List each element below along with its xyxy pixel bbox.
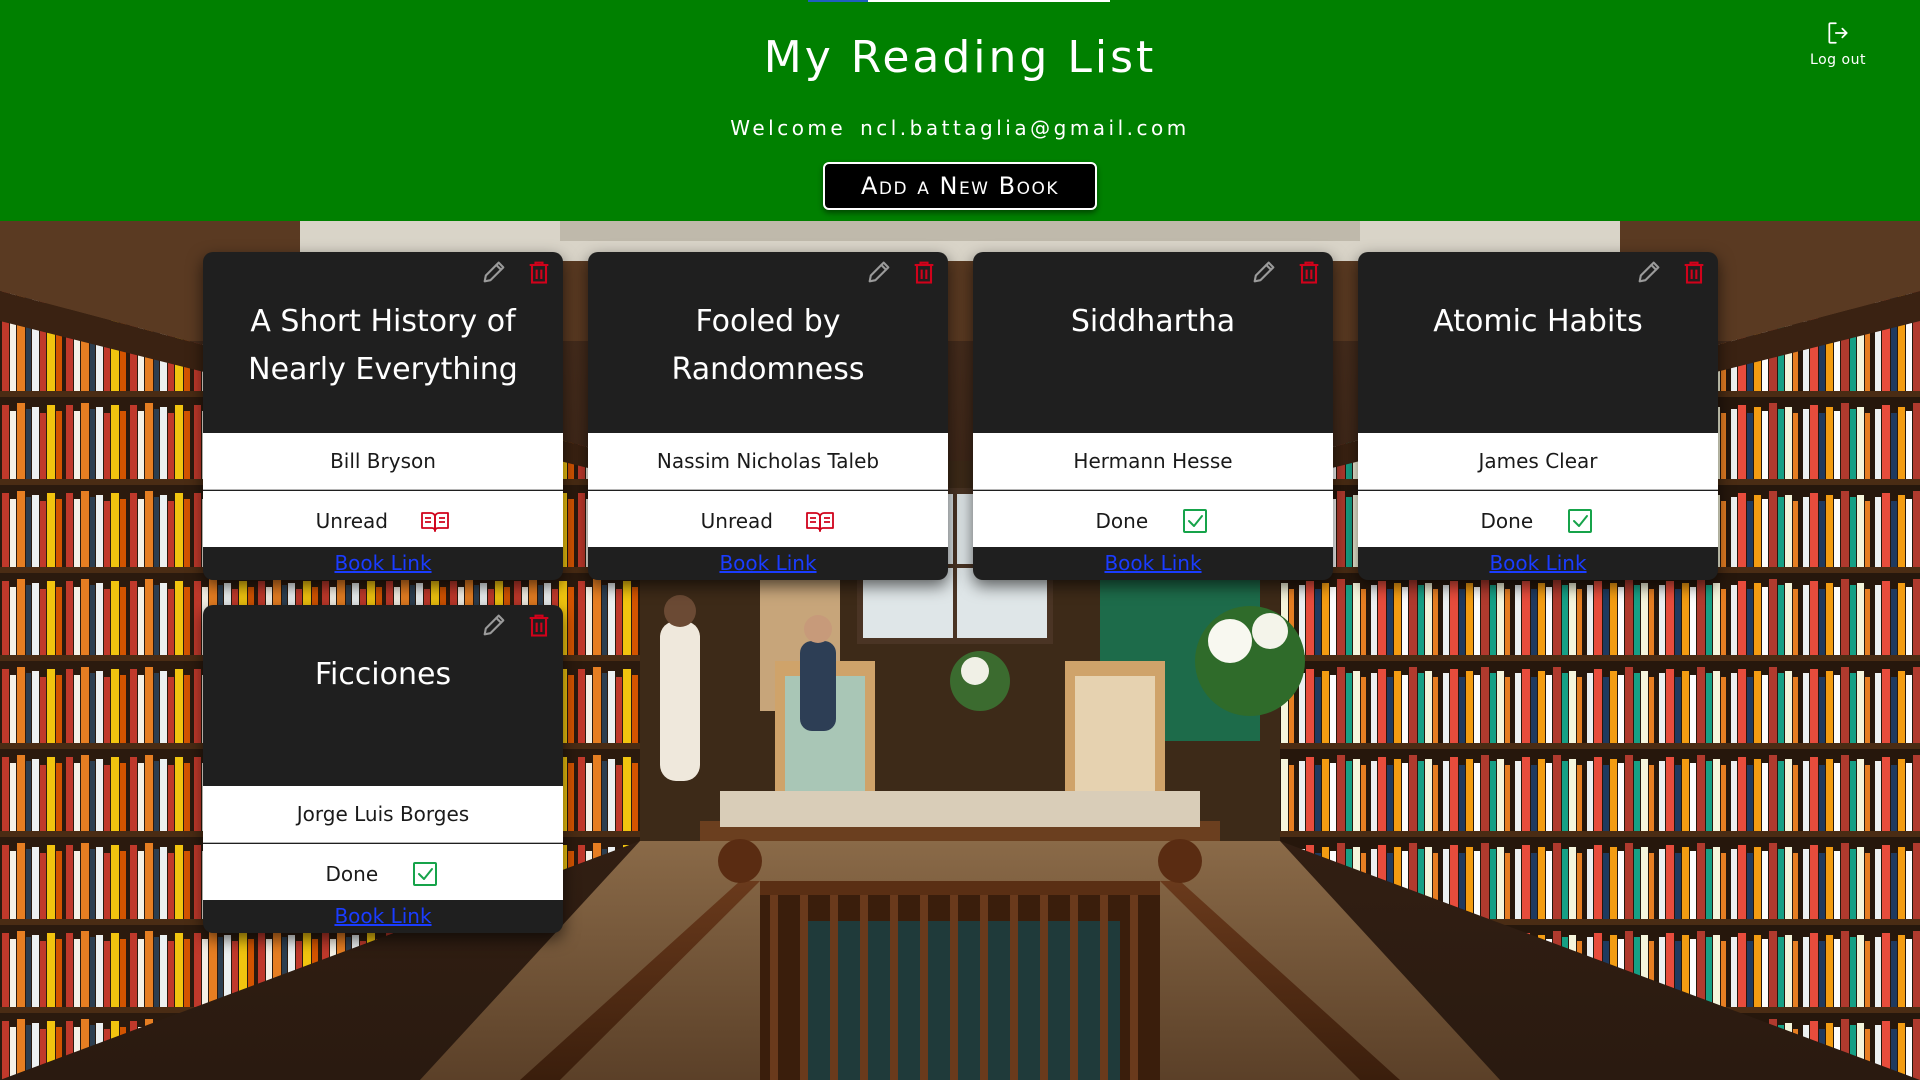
checkbox-checked-icon[interactable] bbox=[1180, 507, 1210, 535]
book-author: Jorge Luis Borges bbox=[203, 786, 563, 843]
logout-label: Log out bbox=[1810, 52, 1866, 68]
book-link-row: Book Link bbox=[973, 549, 1333, 577]
book-title: Siddhartha bbox=[1070, 304, 1236, 339]
status-label: Done bbox=[1480, 508, 1534, 533]
welcome-prefix: Welcome bbox=[730, 116, 847, 140]
page-title: My Reading List bbox=[763, 32, 1157, 83]
card-actions bbox=[853, 258, 938, 286]
checkbox-checked-icon[interactable] bbox=[410, 860, 440, 888]
book-link[interactable]: Book Link bbox=[1104, 551, 1201, 575]
book-link-row: Book Link bbox=[1358, 549, 1718, 577]
logout-button[interactable]: Log out bbox=[1794, 20, 1882, 84]
status-label: Unread bbox=[700, 508, 773, 533]
book-link[interactable]: Book Link bbox=[719, 551, 816, 575]
book-status: Unread bbox=[588, 491, 948, 547]
book-link[interactable]: Book Link bbox=[334, 904, 431, 928]
edit-icon[interactable] bbox=[1250, 258, 1278, 286]
book-status: Done bbox=[1358, 491, 1718, 547]
status-label: Done bbox=[1095, 508, 1149, 533]
book-title: Atomic Habits bbox=[1433, 304, 1643, 339]
edit-icon[interactable] bbox=[1635, 258, 1663, 286]
delete-icon[interactable] bbox=[1680, 258, 1708, 286]
book-author: James Clear bbox=[1358, 433, 1718, 490]
book-card: A Short History of Nearly Everything Bil… bbox=[203, 252, 563, 580]
card-actions bbox=[468, 258, 553, 286]
book-card: Fooled by Randomness Nassim Nicholas Tal… bbox=[588, 252, 948, 580]
open-book-icon[interactable] bbox=[805, 507, 835, 535]
book-link[interactable]: Book Link bbox=[1489, 551, 1586, 575]
book-status: Unread bbox=[203, 491, 563, 547]
card-actions bbox=[1238, 258, 1323, 286]
book-title: Fooled by Randomness bbox=[671, 304, 865, 387]
book-link[interactable]: Book Link bbox=[334, 551, 431, 575]
app-header: My Reading List Welcome ncl.battaglia@gm… bbox=[0, 0, 1920, 221]
book-status: Done bbox=[973, 491, 1333, 547]
book-author: Hermann Hesse bbox=[973, 433, 1333, 490]
book-title: A Short History of Nearly Everything bbox=[248, 304, 518, 387]
user-email: ncl.battaglia@gmail.com bbox=[860, 116, 1190, 140]
book-link-row: Book Link bbox=[588, 549, 948, 577]
edit-icon[interactable] bbox=[480, 611, 508, 639]
book-author: Bill Bryson bbox=[203, 433, 563, 490]
book-card: Atomic Habits James Clear Done Book Link bbox=[1358, 252, 1718, 580]
logout-icon bbox=[1828, 22, 1848, 44]
book-status: Done bbox=[203, 844, 563, 900]
book-title: Ficciones bbox=[314, 657, 452, 692]
book-author: Nassim Nicholas Taleb bbox=[588, 433, 948, 490]
delete-icon[interactable] bbox=[525, 258, 553, 286]
top-scroll-strip-accent bbox=[808, 0, 868, 2]
delete-icon[interactable] bbox=[525, 611, 553, 639]
status-label: Done bbox=[325, 861, 379, 886]
add-book-button[interactable]: Add a New Book bbox=[823, 162, 1097, 210]
card-actions bbox=[468, 611, 553, 639]
status-label: Unread bbox=[315, 508, 388, 533]
book-link-row: Book Link bbox=[203, 549, 563, 577]
checkbox-checked-icon[interactable] bbox=[1565, 507, 1595, 535]
card-actions bbox=[1623, 258, 1708, 286]
welcome-message: Welcome ncl.battaglia@gmail.com bbox=[0, 114, 1920, 142]
delete-icon[interactable] bbox=[1295, 258, 1323, 286]
delete-icon[interactable] bbox=[910, 258, 938, 286]
edit-icon[interactable] bbox=[865, 258, 893, 286]
edit-icon[interactable] bbox=[480, 258, 508, 286]
book-card: Siddhartha Hermann Hesse Done Book Link bbox=[973, 252, 1333, 580]
open-book-icon[interactable] bbox=[420, 507, 450, 535]
book-link-row: Book Link bbox=[203, 902, 563, 930]
book-card: Ficciones Jorge Luis Borges Done Book Li… bbox=[203, 605, 563, 933]
